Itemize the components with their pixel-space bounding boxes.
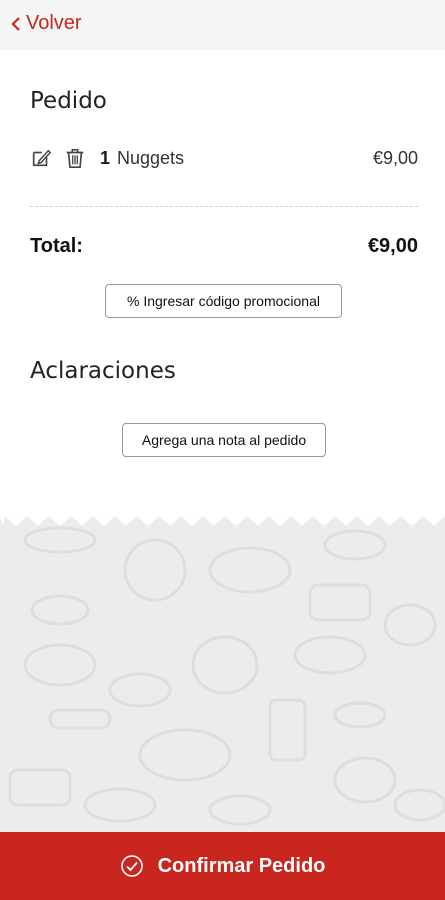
- item-price: €9,00: [372, 147, 418, 168]
- order-title: Pedido: [30, 88, 107, 114]
- total-row: Total: €9,00: [30, 235, 418, 258]
- back-button[interactable]: Volver: [10, 12, 82, 35]
- top-bar: Volver: [0, 0, 445, 50]
- divider: [30, 206, 418, 207]
- add-note-button[interactable]: Agrega una nota al pedido: [122, 423, 326, 457]
- edit-icon[interactable]: [30, 146, 52, 170]
- total-value: €9,00: [367, 235, 418, 257]
- back-label: Volver: [26, 12, 82, 34]
- item-quantity: 1: [100, 147, 111, 168]
- chevron-left-icon: [11, 16, 20, 31]
- item-name: Nuggets: [117, 147, 185, 168]
- order-item-row: 1 Nuggets €9,00: [30, 144, 418, 172]
- notes-title: Aclaraciones: [30, 358, 176, 384]
- food-pattern-background: [8, 526, 445, 826]
- order-card: Pedido 1 Nuggets €9,00 Total: €9,00 % In…: [0, 50, 445, 515]
- check-circle-icon: [120, 855, 143, 877]
- trash-icon[interactable]: [64, 146, 86, 170]
- total-label: Total:: [30, 235, 83, 257]
- confirm-order-button[interactable]: Confirmar Pedido: [0, 832, 445, 900]
- confirm-label: Confirmar Pedido: [157, 854, 326, 877]
- promo-code-button[interactable]: % Ingresar código promocional: [105, 284, 342, 318]
